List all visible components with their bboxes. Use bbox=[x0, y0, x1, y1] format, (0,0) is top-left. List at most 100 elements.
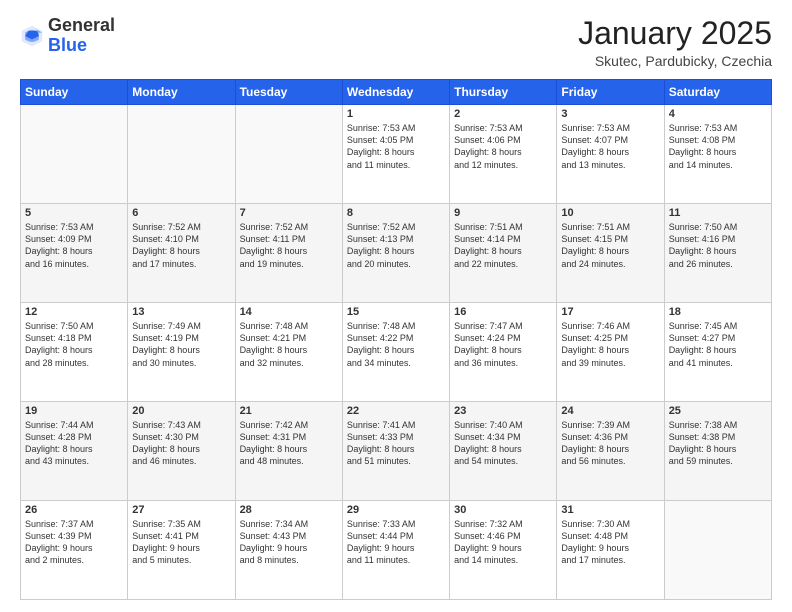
col-wednesday: Wednesday bbox=[342, 80, 449, 105]
page: General Blue January 2025 Skutec, Pardub… bbox=[0, 0, 792, 612]
day-number: 19 bbox=[25, 405, 123, 417]
table-row: 26 Sunrise: 7:37 AM Sunset: 4:39 PM Dayli… bbox=[21, 501, 128, 600]
day-number: 20 bbox=[132, 405, 230, 417]
table-row: 14 Sunrise: 7:48 AM Sunset: 4:21 PM Dayli… bbox=[235, 303, 342, 402]
day-number: 26 bbox=[25, 504, 123, 516]
day-number: 5 bbox=[25, 207, 123, 219]
calendar-table: Sunday Monday Tuesday Wednesday Thursday… bbox=[20, 79, 772, 600]
calendar-week-row: 26 Sunrise: 7:37 AM Sunset: 4:39 PM Dayli… bbox=[21, 501, 772, 600]
day-number: 17 bbox=[561, 306, 659, 318]
day-number: 31 bbox=[561, 504, 659, 516]
day-number: 7 bbox=[240, 207, 338, 219]
table-row: 24 Sunrise: 7:39 AM Sunset: 4:36 PM Dayli… bbox=[557, 402, 664, 501]
day-info: Sunrise: 7:34 AM Sunset: 4:43 PM Dayligh… bbox=[240, 518, 338, 567]
day-info: Sunrise: 7:48 AM Sunset: 4:22 PM Dayligh… bbox=[347, 320, 445, 369]
day-number: 8 bbox=[347, 207, 445, 219]
day-info: Sunrise: 7:30 AM Sunset: 4:48 PM Dayligh… bbox=[561, 518, 659, 567]
day-info: Sunrise: 7:46 AM Sunset: 4:25 PM Dayligh… bbox=[561, 320, 659, 369]
table-row: 8 Sunrise: 7:52 AM Sunset: 4:13 PM Daylig… bbox=[342, 204, 449, 303]
calendar-week-row: 5Sunrise: 7:53 AM Sunset: 4:09 PM Daylig… bbox=[21, 204, 772, 303]
day-info: Sunrise: 7:50 AM Sunset: 4:18 PM Dayligh… bbox=[25, 320, 123, 369]
table-row bbox=[21, 105, 128, 204]
day-number: 30 bbox=[454, 504, 552, 516]
day-info: Sunrise: 7:52 AM Sunset: 4:10 PM Dayligh… bbox=[132, 221, 230, 270]
table-row: 28 Sunrise: 7:34 AM Sunset: 4:43 PM Dayli… bbox=[235, 501, 342, 600]
calendar-week-row: 19 Sunrise: 7:44 AM Sunset: 4:28 PM Dayli… bbox=[21, 402, 772, 501]
table-row: 9 Sunrise: 7:51 AM Sunset: 4:14 PM Daylig… bbox=[450, 204, 557, 303]
day-number: 25 bbox=[669, 405, 767, 417]
table-row bbox=[664, 501, 771, 600]
col-thursday: Thursday bbox=[450, 80, 557, 105]
day-info: Sunrise: 7:38 AM Sunset: 4:38 PM Dayligh… bbox=[669, 419, 767, 468]
day-number: 21 bbox=[240, 405, 338, 417]
table-row: 11Sunrise: 7:50 AM Sunset: 4:16 PM Dayli… bbox=[664, 204, 771, 303]
table-row: 22 Sunrise: 7:41 AM Sunset: 4:33 PM Dayli… bbox=[342, 402, 449, 501]
calendar-week-row: 1 Sunrise: 7:53 AM Sunset: 4:05 PM Daylig… bbox=[21, 105, 772, 204]
table-row: 29 Sunrise: 7:33 AM Sunset: 4:44 PM Dayli… bbox=[342, 501, 449, 600]
table-row: 23Sunrise: 7:40 AM Sunset: 4:34 PM Dayli… bbox=[450, 402, 557, 501]
table-row: 31 Sunrise: 7:30 AM Sunset: 4:48 PM Dayli… bbox=[557, 501, 664, 600]
day-number: 15 bbox=[347, 306, 445, 318]
table-row: 21Sunrise: 7:42 AM Sunset: 4:31 PM Dayli… bbox=[235, 402, 342, 501]
header: General Blue January 2025 Skutec, Pardub… bbox=[20, 16, 772, 69]
day-info: Sunrise: 7:41 AM Sunset: 4:33 PM Dayligh… bbox=[347, 419, 445, 468]
table-row: 20 Sunrise: 7:43 AM Sunset: 4:30 PM Dayli… bbox=[128, 402, 235, 501]
day-info: Sunrise: 7:44 AM Sunset: 4:28 PM Dayligh… bbox=[25, 419, 123, 468]
day-number: 24 bbox=[561, 405, 659, 417]
day-info: Sunrise: 7:52 AM Sunset: 4:13 PM Dayligh… bbox=[347, 221, 445, 270]
table-row: 10Sunrise: 7:51 AM Sunset: 4:15 PM Dayli… bbox=[557, 204, 664, 303]
day-number: 27 bbox=[132, 504, 230, 516]
day-number: 29 bbox=[347, 504, 445, 516]
table-row: 3Sunrise: 7:53 AM Sunset: 4:07 PM Daylig… bbox=[557, 105, 664, 204]
day-number: 6 bbox=[132, 207, 230, 219]
title-block: January 2025 Skutec, Pardubicky, Czechia bbox=[578, 16, 772, 69]
day-info: Sunrise: 7:40 AM Sunset: 4:34 PM Dayligh… bbox=[454, 419, 552, 468]
day-info: Sunrise: 7:52 AM Sunset: 4:11 PM Dayligh… bbox=[240, 221, 338, 270]
logo-general-text: General bbox=[48, 15, 115, 35]
col-tuesday: Tuesday bbox=[235, 80, 342, 105]
month-title: January 2025 bbox=[578, 16, 772, 51]
day-info: Sunrise: 7:43 AM Sunset: 4:30 PM Dayligh… bbox=[132, 419, 230, 468]
day-info: Sunrise: 7:33 AM Sunset: 4:44 PM Dayligh… bbox=[347, 518, 445, 567]
day-number: 13 bbox=[132, 306, 230, 318]
day-number: 16 bbox=[454, 306, 552, 318]
day-info: Sunrise: 7:47 AM Sunset: 4:24 PM Dayligh… bbox=[454, 320, 552, 369]
day-info: Sunrise: 7:35 AM Sunset: 4:41 PM Dayligh… bbox=[132, 518, 230, 567]
col-sunday: Sunday bbox=[21, 80, 128, 105]
day-info: Sunrise: 7:48 AM Sunset: 4:21 PM Dayligh… bbox=[240, 320, 338, 369]
day-number: 28 bbox=[240, 504, 338, 516]
day-info: Sunrise: 7:51 AM Sunset: 4:14 PM Dayligh… bbox=[454, 221, 552, 270]
day-number: 18 bbox=[669, 306, 767, 318]
table-row: 13 Sunrise: 7:49 AM Sunset: 4:19 PM Dayli… bbox=[128, 303, 235, 402]
location: Skutec, Pardubicky, Czechia bbox=[578, 53, 772, 69]
day-number: 11 bbox=[669, 207, 767, 219]
day-number: 2 bbox=[454, 108, 552, 120]
table-row: 5Sunrise: 7:53 AM Sunset: 4:09 PM Daylig… bbox=[21, 204, 128, 303]
calendar-header-row: Sunday Monday Tuesday Wednesday Thursday… bbox=[21, 80, 772, 105]
logo: General Blue bbox=[20, 16, 115, 56]
table-row: 18 Sunrise: 7:45 AM Sunset: 4:27 PM Dayli… bbox=[664, 303, 771, 402]
table-row: 7 Sunrise: 7:52 AM Sunset: 4:11 PM Daylig… bbox=[235, 204, 342, 303]
table-row: 25 Sunrise: 7:38 AM Sunset: 4:38 PM Dayli… bbox=[664, 402, 771, 501]
table-row: 1 Sunrise: 7:53 AM Sunset: 4:05 PM Daylig… bbox=[342, 105, 449, 204]
day-info: Sunrise: 7:53 AM Sunset: 4:05 PM Dayligh… bbox=[347, 122, 445, 171]
day-number: 22 bbox=[347, 405, 445, 417]
table-row bbox=[128, 105, 235, 204]
col-monday: Monday bbox=[128, 80, 235, 105]
table-row: 19 Sunrise: 7:44 AM Sunset: 4:28 PM Dayli… bbox=[21, 402, 128, 501]
day-number: 1 bbox=[347, 108, 445, 120]
table-row bbox=[235, 105, 342, 204]
day-info: Sunrise: 7:37 AM Sunset: 4:39 PM Dayligh… bbox=[25, 518, 123, 567]
table-row: 27 Sunrise: 7:35 AM Sunset: 4:41 PM Dayli… bbox=[128, 501, 235, 600]
table-row: 16 Sunrise: 7:47 AM Sunset: 4:24 PM Dayli… bbox=[450, 303, 557, 402]
day-number: 14 bbox=[240, 306, 338, 318]
table-row: 4Sunrise: 7:53 AM Sunset: 4:08 PM Daylig… bbox=[664, 105, 771, 204]
day-info: Sunrise: 7:53 AM Sunset: 4:07 PM Dayligh… bbox=[561, 122, 659, 171]
day-info: Sunrise: 7:39 AM Sunset: 4:36 PM Dayligh… bbox=[561, 419, 659, 468]
col-friday: Friday bbox=[557, 80, 664, 105]
logo-icon bbox=[20, 24, 44, 48]
day-info: Sunrise: 7:45 AM Sunset: 4:27 PM Dayligh… bbox=[669, 320, 767, 369]
day-info: Sunrise: 7:49 AM Sunset: 4:19 PM Dayligh… bbox=[132, 320, 230, 369]
day-number: 9 bbox=[454, 207, 552, 219]
table-row: 6 Sunrise: 7:52 AM Sunset: 4:10 PM Daylig… bbox=[128, 204, 235, 303]
